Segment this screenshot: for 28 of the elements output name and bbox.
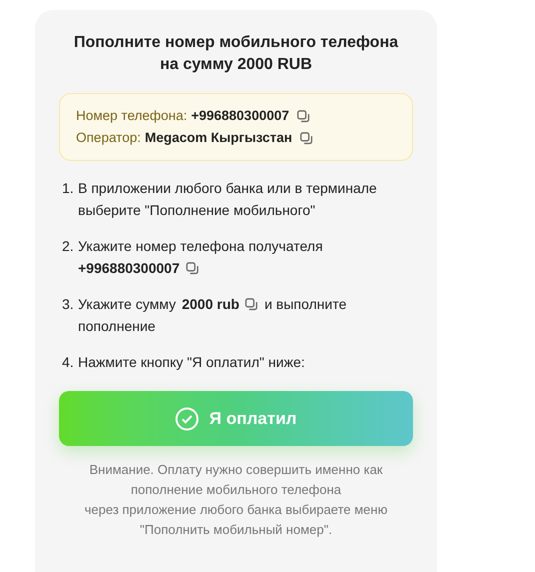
step-value: +996880300007 (78, 259, 180, 278)
check-circle-icon (175, 406, 200, 430)
step-text: В приложении любого банка или в терминале выберите "Пополнение мобильного" (78, 179, 378, 220)
info-value: Megacom Кыргызстан (144, 129, 292, 147)
step-value: 2000 rub (182, 295, 240, 314)
step-number: 2. (62, 237, 75, 256)
step-text: и выполните (264, 295, 346, 314)
copy-icon[interactable] (186, 262, 199, 274)
paid-button[interactable]: Я оплатил (59, 391, 413, 446)
info-value: +996880300007 (191, 107, 290, 125)
card-title: Пополните номер мобильного телефона (74, 33, 398, 53)
notice-text: "Пополнить мобильный номер". (140, 521, 332, 539)
card-title: на сумму 2000 RUB (160, 55, 312, 75)
notice-text: пополнение мобильного телефона (130, 481, 342, 499)
copy-icon[interactable] (245, 298, 258, 310)
notice-text: Внимание. Оплату нужно совершить именно как (89, 461, 383, 479)
step-number: 4. (62, 353, 75, 372)
step-text: Укажите номер телефона получателя (78, 237, 323, 256)
copy-icon[interactable] (300, 132, 314, 144)
step-text: Укажите сумму (78, 295, 176, 314)
step-text: пополнение (78, 317, 156, 336)
step-text: Нажмите кнопку "Я оплатил" ниже: (78, 353, 305, 372)
notice-text: через приложение любого банка выбираете меню (84, 501, 388, 519)
info-label: Оператор: (76, 129, 141, 147)
copy-icon[interactable] (297, 110, 310, 122)
step-number: 3. (62, 295, 75, 314)
info-label: Номер телефона: (76, 107, 188, 125)
step-number: 1. (62, 179, 75, 198)
